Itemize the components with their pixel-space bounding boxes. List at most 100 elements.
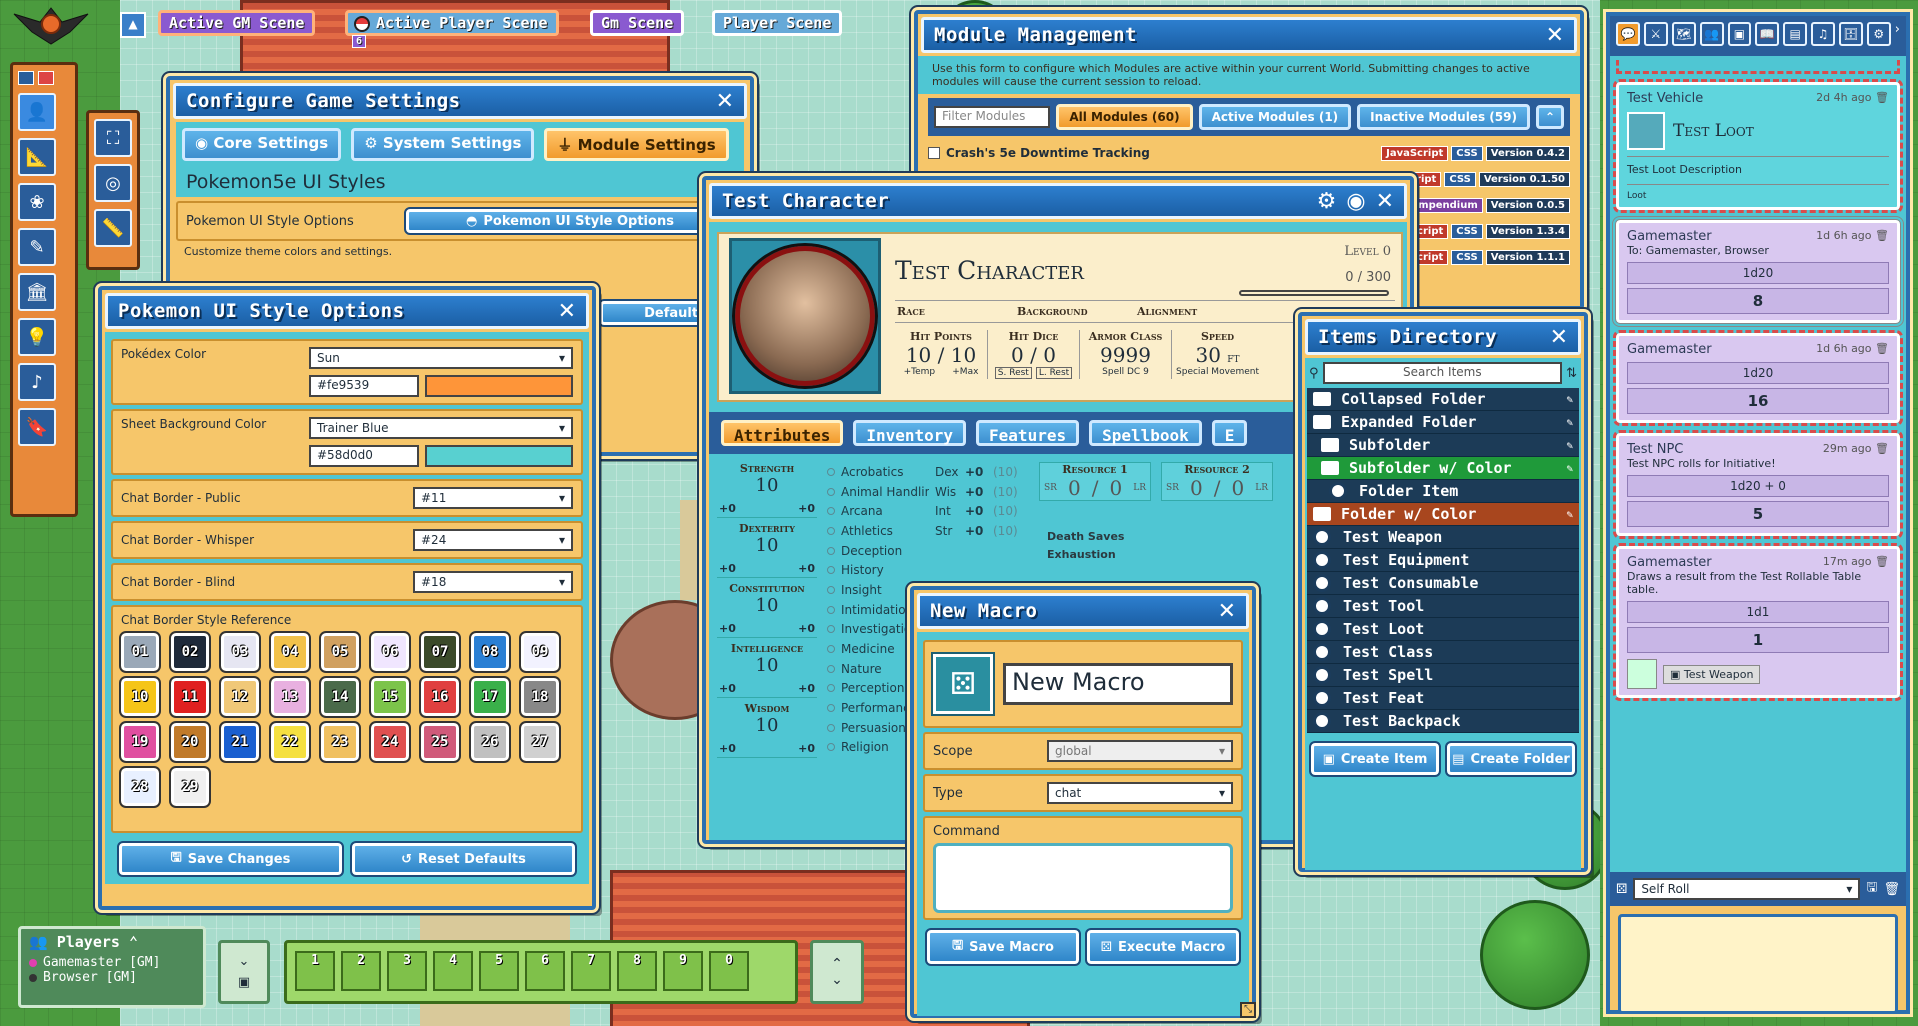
chat-border-blind-select[interactable]: #18 ▾ bbox=[413, 571, 573, 593]
item-link[interactable]: ▣ Test Weapon bbox=[1663, 664, 1761, 684]
tab-module-settings[interactable]: ⏚ Module Settings bbox=[544, 128, 729, 161]
border-style-swatch[interactable]: 05 bbox=[319, 631, 361, 673]
tab-system-settings[interactable]: ⚙ System Settings bbox=[351, 128, 535, 161]
max-hp-mod[interactable]: +Max bbox=[952, 367, 978, 377]
proficiency-toggle[interactable] bbox=[827, 664, 835, 673]
ability-mod[interactable]: +0 bbox=[719, 622, 736, 635]
ability-save[interactable]: +0 bbox=[798, 742, 815, 755]
chat-message-input[interactable] bbox=[1618, 914, 1898, 1014]
clear-log-trash-icon[interactable]: 🗑 bbox=[1883, 882, 1900, 897]
skill-row[interactable]: Athletics Str +0 (10) bbox=[827, 521, 1027, 541]
border-style-swatch[interactable]: 12 bbox=[219, 676, 261, 718]
macro-folder-icon[interactable]: ▣ bbox=[238, 975, 250, 990]
macro-slot[interactable]: 8 bbox=[617, 951, 657, 991]
ability-name[interactable]: Strength bbox=[717, 458, 817, 475]
select-targets-icon[interactable]: ⛶ bbox=[94, 119, 132, 157]
roll-formula[interactable]: 1d20 bbox=[1627, 362, 1889, 384]
save-log-icon[interactable]: 🖫 bbox=[1866, 878, 1877, 900]
proficiency-toggle[interactable] bbox=[827, 704, 835, 713]
ability-save[interactable]: +0 bbox=[798, 622, 815, 635]
proficiency-toggle[interactable] bbox=[827, 526, 835, 535]
skill-row[interactable]: Acrobatics Dex +0 (10) bbox=[827, 462, 1027, 482]
directory-item[interactable]: Test Consumable bbox=[1307, 572, 1579, 595]
proficiency-toggle[interactable] bbox=[827, 507, 835, 516]
folder-edit-icon[interactable]: ✎ bbox=[1566, 439, 1573, 452]
proficiency-toggle[interactable] bbox=[827, 546, 835, 555]
resource-label[interactable]: Resource 2 bbox=[1162, 463, 1272, 476]
close-icon[interactable]: ✕ bbox=[1376, 189, 1394, 214]
roll-total[interactable]: 5 bbox=[1627, 501, 1889, 527]
roll-total[interactable]: 8 bbox=[1627, 288, 1889, 314]
scene-tab-gm[interactable]: Gm Scene bbox=[590, 10, 685, 36]
directory-item[interactable]: Folder Item bbox=[1307, 480, 1579, 503]
folder-edit-icon[interactable]: ✎ bbox=[1566, 462, 1573, 475]
caret-down-icon[interactable]: ⌄ bbox=[239, 954, 250, 969]
tab-core-settings[interactable]: ◉ Core Settings bbox=[182, 128, 342, 161]
proficiency-toggle[interactable] bbox=[827, 585, 835, 594]
temp-hp[interactable]: +Temp bbox=[904, 367, 936, 377]
close-icon[interactable]: ✕ bbox=[716, 89, 734, 114]
macro-scope-select[interactable]: global ▾ bbox=[1047, 740, 1233, 762]
border-style-swatch[interactable]: 29 bbox=[169, 766, 211, 808]
items-icon[interactable]: ▣ bbox=[1727, 22, 1752, 46]
border-style-swatch[interactable]: 17 bbox=[469, 676, 511, 718]
foundry-logo[interactable] bbox=[10, 4, 92, 48]
tiles-icon[interactable]: ❀ bbox=[18, 183, 56, 221]
trash-icon[interactable]: 🗑 bbox=[1875, 229, 1889, 242]
ability-mod[interactable]: +0 bbox=[719, 742, 736, 755]
macro-dice-icon[interactable]: ⚄ bbox=[931, 652, 995, 716]
directory-item[interactable]: Test Weapon bbox=[1307, 526, 1579, 549]
playlists-music-icon[interactable]: ♫ bbox=[1811, 22, 1835, 46]
compendium-icon[interactable]: 🗄 bbox=[1839, 22, 1863, 46]
speed-value[interactable]: 30 bbox=[1195, 343, 1220, 367]
folder-edit-icon[interactable]: ✎ bbox=[1566, 416, 1573, 429]
pokedex-color-select[interactable]: Sun ▾ bbox=[309, 347, 573, 369]
exhaustion[interactable]: Exhaustion bbox=[1047, 548, 1116, 561]
border-style-swatch[interactable]: 27 bbox=[519, 721, 561, 763]
item-card-title[interactable]: Test Loot bbox=[1673, 121, 1754, 141]
hp-value[interactable]: 10 bbox=[906, 343, 931, 367]
roll-formula[interactable]: 1d20 bbox=[1627, 262, 1889, 284]
scene-nav-toggle[interactable]: ▲ bbox=[120, 12, 146, 38]
tab-inventory[interactable]: Inventory bbox=[853, 420, 967, 446]
collapse-sidebar-icon[interactable]: › bbox=[1895, 22, 1900, 50]
resource-value[interactable]: 0 bbox=[1068, 476, 1081, 500]
border-style-swatch[interactable]: 21 bbox=[219, 721, 261, 763]
scene-tab-active-player[interactable]: Active Player Scene 6 bbox=[345, 10, 559, 48]
resource-value[interactable]: 0 bbox=[1190, 476, 1203, 500]
border-style-swatch[interactable]: 08 bbox=[469, 631, 511, 673]
directory-item[interactable]: Test Loot bbox=[1307, 618, 1579, 641]
proficiency-toggle[interactable] bbox=[827, 645, 835, 654]
journal-bookmark-icon[interactable]: 🔖 bbox=[18, 408, 56, 446]
macro-slot[interactable]: 1 bbox=[295, 951, 335, 991]
configure-gear-icon[interactable]: ⚙ bbox=[1317, 189, 1337, 214]
tab-active-modules[interactable]: Active Modules (1) bbox=[1198, 104, 1352, 130]
skill-row[interactable]: Animal Handling Wis +0 (10) bbox=[827, 482, 1027, 502]
macro-type-select[interactable]: chat ▾ bbox=[1047, 782, 1233, 804]
macro-slot[interactable]: 9 bbox=[663, 951, 703, 991]
border-style-swatch[interactable]: 28 bbox=[119, 766, 161, 808]
border-style-swatch[interactable]: 20 bbox=[169, 721, 211, 763]
proficiency-toggle[interactable] bbox=[827, 487, 835, 496]
ability-mod[interactable]: +0 bbox=[719, 562, 736, 575]
tab-features[interactable]: Features bbox=[976, 420, 1080, 446]
skill-row[interactable]: History bbox=[827, 560, 1027, 580]
macro-slot[interactable]: 4 bbox=[433, 951, 473, 991]
ability-name[interactable]: Wisdom bbox=[717, 698, 817, 715]
scenes-map-icon[interactable]: 🗺 bbox=[1671, 22, 1696, 46]
trash-icon[interactable]: 🗑 bbox=[1875, 555, 1889, 568]
chat-messages-icon[interactable]: 💬 bbox=[1616, 22, 1640, 46]
macro-slot[interactable]: 7 bbox=[571, 951, 611, 991]
race-field[interactable]: Race bbox=[897, 305, 1017, 318]
directory-item[interactable]: Test Class bbox=[1307, 641, 1579, 664]
token-user-icon[interactable]: ◉ bbox=[1346, 189, 1365, 214]
ability-save[interactable]: +0 bbox=[798, 502, 815, 515]
ability-score[interactable]: 10 bbox=[717, 655, 817, 676]
border-style-swatch[interactable]: 06 bbox=[369, 631, 411, 673]
ability-score[interactable]: 10 bbox=[717, 535, 817, 556]
border-style-swatch[interactable]: 26 bbox=[469, 721, 511, 763]
filter-modules-input[interactable]: Filter Modules bbox=[934, 106, 1051, 128]
short-rest-button[interactable]: S. Rest bbox=[994, 367, 1032, 379]
caret-down-icon[interactable]: ⌄ bbox=[831, 972, 843, 988]
macro-slot[interactable]: 2 bbox=[341, 951, 381, 991]
